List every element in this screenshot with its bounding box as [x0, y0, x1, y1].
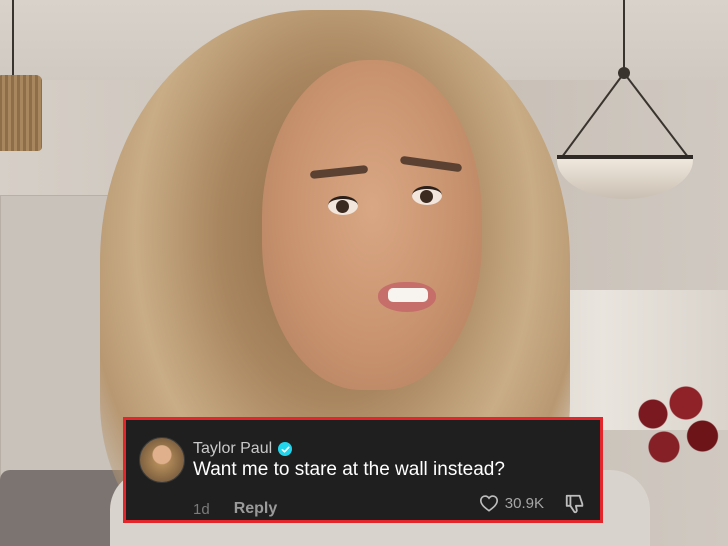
flower-arrangement [620, 370, 728, 480]
thumbs-down-icon[interactable] [564, 493, 586, 515]
comment-username[interactable]: Taylor Paul [193, 440, 272, 458]
comment-card: Taylor Paul Want me to stare at the wall… [123, 417, 603, 523]
person-face [262, 60, 482, 390]
teeth [388, 288, 428, 302]
verified-badge-icon [278, 442, 293, 456]
eye-right [412, 186, 442, 205]
eye-left [328, 196, 358, 215]
comment-meta: 1d Reply [193, 500, 277, 518]
comment-text: Want me to stare at the wall instead? [193, 459, 505, 480]
heart-icon[interactable] [479, 494, 499, 512]
reply-button[interactable]: Reply [234, 500, 278, 518]
comment-timestamp: 1d [193, 500, 210, 518]
like-group: 30.9K [479, 494, 544, 512]
pendant-lamp-right [555, 0, 695, 200]
username-row: Taylor Paul [193, 440, 293, 458]
avatar[interactable] [139, 437, 185, 483]
pendant-lamp-left [0, 0, 60, 160]
like-count: 30.9K [504, 494, 544, 512]
